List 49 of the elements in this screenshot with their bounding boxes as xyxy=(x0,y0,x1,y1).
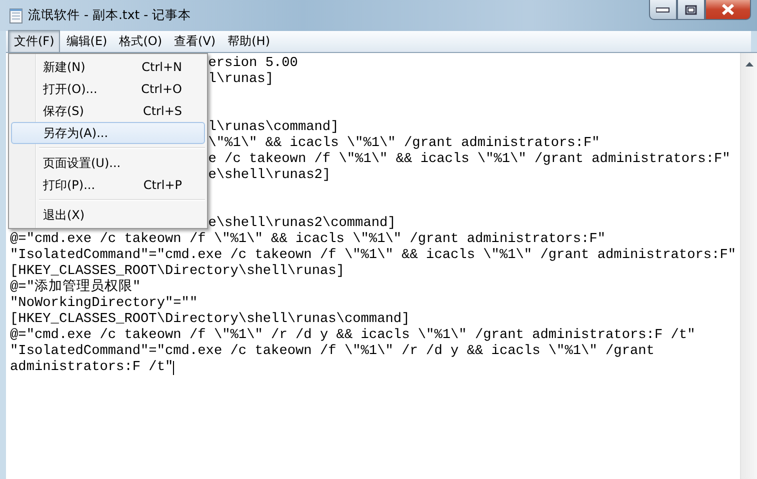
text-line: e /c takeown /f \"%1\" && icacls \"%1\" /grant administrators:F" xyxy=(208,152,730,168)
scrollbar[interactable] xyxy=(740,53,757,479)
text-line: l\runas\command] xyxy=(208,120,339,136)
text-line: "IsolatedCommand"="cmd.exe /c takeown /f \"%1\" && icacls \"%1\" /grant administrators:F" xyxy=(10,248,736,264)
close-button[interactable] xyxy=(705,0,751,20)
shortcut-label: Ctrl+N xyxy=(142,60,182,74)
maximize-icon xyxy=(685,4,697,14)
text-line: @="添加管理员权限" xyxy=(10,280,141,296)
text-line: "IsolatedCommand"="cmd.exe /c takeown /f \"%1\" /r /d y && icacls \"%1\" /grant xyxy=(10,344,654,360)
text-line: \"%1\" && icacls \"%1\" /grant administrators:F" xyxy=(208,136,600,152)
text-line: e\shell\runas2\command] xyxy=(208,216,396,232)
minimize-button[interactable] xyxy=(649,0,677,20)
menu-entry-label: 退出(X) xyxy=(43,206,85,224)
text-line: [HKEY_CLASSES_ROOT\Directory\shell\runas\command] xyxy=(10,312,410,328)
shortcut-label: Ctrl+O xyxy=(141,82,182,96)
text-line: "NoWorkingDirectory"="" xyxy=(10,296,198,312)
menu-entry-label: 打开(O)... xyxy=(43,80,98,98)
menu-item[interactable]: 查看(V) xyxy=(168,30,222,53)
menu-entry-label: 新建(N) xyxy=(43,58,86,76)
menu-entry-label: 打印(P)... xyxy=(43,176,96,194)
menu-entry[interactable]: 打印(P)... Ctrl+P xyxy=(11,174,205,196)
menu-item[interactable]: 编辑(E) xyxy=(60,30,114,53)
window-title: 流氓软件 - 副本.txt - 记事本 xyxy=(28,7,192,24)
shortcut-label: Ctrl+S xyxy=(142,104,182,118)
shortcut-label: Ctrl+P xyxy=(143,178,182,192)
menu-item[interactable]: 文件(F) xyxy=(8,30,60,53)
menu-entry-label: 另存为(A)... xyxy=(43,124,108,142)
scroll-up-icon[interactable] xyxy=(744,61,754,67)
maximize-button[interactable] xyxy=(677,0,705,20)
close-icon xyxy=(721,4,735,15)
menu-item[interactable]: 格式(O) xyxy=(113,30,168,53)
text-line: @="cmd.exe /c takeown /f \"%1\" && icacls \"%1\" /grant administrators:F" xyxy=(10,232,606,248)
menu-entry[interactable]: 另存为(A)... xyxy=(11,122,205,144)
notepad-icon xyxy=(9,8,23,24)
menu-entry[interactable]: 页面设置(U)... xyxy=(11,152,205,174)
text-line: [HKEY_CLASSES_ROOT\Directory\shell\runas] xyxy=(10,264,344,279)
menu-entry-label: 保存(S) xyxy=(43,102,84,120)
text-line: administrators:F /t" xyxy=(10,360,174,376)
text-line: l\runas] xyxy=(208,72,274,88)
minimize-icon xyxy=(656,6,670,12)
menu-item[interactable]: 帮助(H) xyxy=(222,30,276,53)
menu-entry[interactable]: 保存(S) Ctrl+S xyxy=(11,100,205,122)
menu-entry-label: 页面设置(U)... xyxy=(43,154,121,172)
menu-entry[interactable]: 退出(X) xyxy=(11,204,205,226)
text-line: @="cmd.exe /c takeown /f \"%1\" /r /d y && icacls \"%1\" /grant administrators:F /t" xyxy=(10,328,696,344)
text-line: ersion 5.00 xyxy=(208,56,298,72)
menu-entry[interactable]: 打开(O)... Ctrl+O xyxy=(11,78,205,100)
menu-entry[interactable]: 新建(N) Ctrl+N xyxy=(11,56,205,78)
text-line: e\shell\runas2] xyxy=(208,168,331,184)
